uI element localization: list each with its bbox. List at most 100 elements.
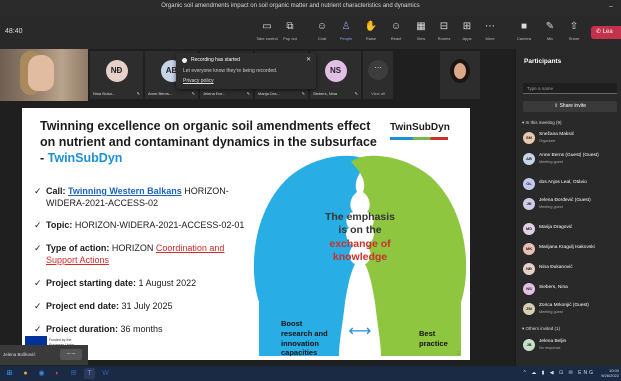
- avatar: NĐ: [105, 60, 128, 82]
- avatar: SM: [523, 132, 535, 144]
- mail-icon[interactable]: ✉: [68, 368, 79, 379]
- in-meeting-section[interactable]: ▾ In this meeting (9): [522, 120, 562, 126]
- share-button[interactable]: ⇧ Share: [563, 21, 585, 41]
- share-icon: ⇧: [569, 21, 579, 32]
- participant-row[interactable]: JB Jelena Beljin No response: [523, 337, 617, 355]
- windows-taskbar: ⊞ ● ◉ ◐ ✉ T W ^ ☁ ▮ ◀ ⊡ ✉ ENG 10:00 9/26/…: [0, 366, 621, 381]
- participant-video-tile[interactable]: [440, 51, 480, 99]
- more-button[interactable]: ⋯ More: [479, 21, 501, 41]
- people-button[interactable]: ♙ People: [335, 21, 357, 41]
- rooms-button[interactable]: ⊟ Rooms: [433, 21, 455, 41]
- left-head-text: research and: [281, 329, 328, 338]
- clock[interactable]: 10:00 9/26/2022: [601, 368, 619, 378]
- minimize-self-view-button[interactable]: – –: [60, 349, 82, 360]
- view-icon: ▦: [416, 21, 426, 32]
- others-invited-section[interactable]: ▾ Others invited (1): [522, 326, 560, 332]
- recording-notification: Recording has started Let everyone know …: [176, 53, 316, 89]
- logo-underline: [390, 137, 448, 140]
- avatar: NĐ: [523, 263, 535, 275]
- diagram-center-text: is on the: [338, 224, 381, 236]
- participant-row[interactable]: JĐ Jelena Đorđević (Guest) Meeting guest: [523, 196, 617, 214]
- check-icon: ✓: [34, 220, 42, 230]
- knowledge-exchange-diagram: The emphasis is on the exchange of knowl…: [253, 155, 467, 356]
- right-head-text: practice: [419, 339, 448, 348]
- teams-icon[interactable]: T: [84, 368, 95, 379]
- avatar: OL: [523, 178, 535, 190]
- participant-row[interactable]: SM Snežana Maksić Organizer: [523, 130, 617, 148]
- explorer-icon[interactable]: ●: [20, 368, 31, 379]
- double-arrow-icon: ⟷: [349, 321, 372, 340]
- chat-icon: ☺: [316, 21, 328, 32]
- search-input[interactable]: Type a name: [523, 83, 617, 94]
- participants-panel: Participants Type a name ⇪ Share invite …: [515, 49, 621, 366]
- diagram-center-text: exchange of: [329, 238, 391, 250]
- participant-video-tile[interactable]: [0, 49, 88, 101]
- share-icon: ⇪: [554, 103, 559, 109]
- mic-off-icon: ✎: [301, 91, 305, 96]
- meeting-toolbar: 48:40 ▭ Take control ⧉ Pop out ☺ Chat ♙ Peop…: [0, 16, 621, 49]
- left-head-text: innovation: [281, 339, 319, 348]
- diagram-center-text: The emphasis: [325, 211, 395, 223]
- avatar: NS: [324, 60, 347, 82]
- title-bar: Organic soil amendments impact on soil o…: [0, 0, 621, 16]
- avatar: MK: [523, 243, 535, 255]
- participant-row[interactable]: AB Anne Berns (Guest) (Guest) Meeting gues…: [523, 151, 617, 169]
- pop-out-icon: ⧉: [286, 21, 294, 32]
- chrome-icon[interactable]: ◐: [52, 368, 63, 379]
- mic-off-icon: ✎: [136, 91, 140, 96]
- avatar: AB: [523, 153, 535, 165]
- participant-row[interactable]: MK Marijana Kragulj Isakovski: [523, 241, 617, 259]
- minimize-button[interactable]: –: [609, 3, 613, 10]
- right-head-text: Best: [419, 329, 436, 338]
- participant-row[interactable]: MD Marija Dragović: [523, 221, 617, 239]
- browser-icon[interactable]: ◉: [36, 368, 47, 379]
- participant-tile[interactable]: NĐ Nina Đuka... ✎: [90, 51, 143, 99]
- raise-hand-icon: ✋: [364, 21, 378, 32]
- avatar: ZM: [523, 303, 535, 315]
- camera-button[interactable]: ■ Camera: [513, 21, 535, 41]
- pop-out-button[interactable]: ⧉ Pop out: [279, 21, 301, 41]
- view-button[interactable]: ▦ View: [410, 21, 432, 41]
- apps-button[interactable]: ⊞ Apps: [456, 21, 478, 41]
- video-person: [450, 59, 470, 83]
- take-control-icon: ▭: [262, 21, 272, 32]
- camera-icon: ■: [520, 21, 528, 32]
- self-view-tile[interactable]: Jelena Bošković – –: [0, 345, 88, 365]
- participant-tile[interactable]: NS Siebers, Nina ✎: [310, 51, 361, 99]
- react-button[interactable]: ☺ React: [385, 21, 407, 41]
- check-icon: ✓: [34, 301, 42, 311]
- check-icon: ✓: [34, 278, 42, 288]
- apps-icon: ⊞: [462, 21, 472, 32]
- window-title: Organic soil amendments impact on soil o…: [161, 3, 420, 9]
- view-all-button[interactable]: ⋯ View all: [363, 51, 393, 99]
- start-icon[interactable]: ⊞: [4, 368, 15, 379]
- participant-row[interactable]: NS Siebers, Nina: [523, 281, 617, 299]
- share-invite-button[interactable]: ⇪ Share invite: [523, 101, 617, 112]
- close-icon[interactable]: ✕: [306, 56, 311, 63]
- left-head-text: Boost: [281, 319, 303, 328]
- mic-off-icon: ✎: [246, 91, 250, 96]
- word-icon[interactable]: W: [100, 368, 111, 379]
- mic-off-icon: ✎: [354, 91, 358, 96]
- more-icon: ⋯: [485, 21, 495, 32]
- avatar: NS: [523, 283, 535, 295]
- participant-row[interactable]: OL dos Anjos Leal, Otávio: [523, 176, 617, 194]
- video-person-face: [28, 55, 54, 91]
- phone-icon: ✆: [596, 29, 603, 35]
- mic-icon: ✎: [545, 21, 555, 32]
- chat-button[interactable]: ☺ Chat: [311, 21, 333, 41]
- react-icon: ☺: [390, 21, 402, 32]
- check-icon: ✓: [34, 186, 42, 196]
- diagram-center-text: knowledge: [333, 251, 387, 263]
- mic-button[interactable]: ✎ Mic: [539, 21, 561, 41]
- raise-hand-button[interactable]: ✋ Raise: [360, 21, 382, 41]
- twinning-link[interactable]: Twinning Western Balkans: [68, 186, 182, 196]
- participant-row[interactable]: NĐ Nina Đukanović: [523, 261, 617, 279]
- project-logo: TwinSubDyn: [390, 122, 450, 133]
- participant-row[interactable]: ZM Zorica Mrkonjić (Guest) Meeting guest: [523, 301, 617, 319]
- take-control-button[interactable]: ▭ Take control: [256, 21, 278, 41]
- avatar: MD: [523, 223, 535, 235]
- leave-button[interactable]: ✆ Lea: [591, 26, 621, 39]
- privacy-policy-link[interactable]: Privacy policy: [183, 78, 214, 84]
- system-tray[interactable]: ^ ☁ ▮ ◀ ⊡ ✉ ENG: [524, 370, 596, 376]
